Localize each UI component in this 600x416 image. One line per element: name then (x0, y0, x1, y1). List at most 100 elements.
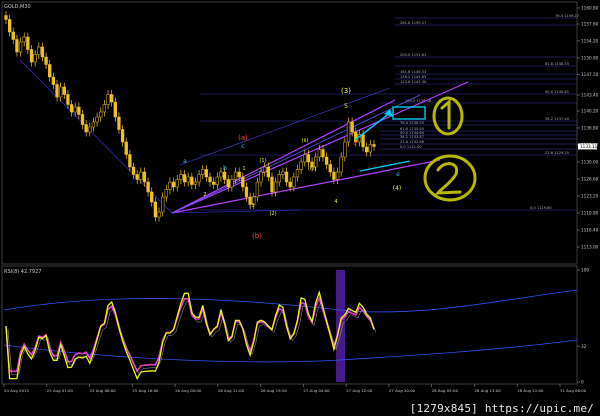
candle-body (372, 144, 376, 147)
candle-body (106, 94, 110, 105)
wave-label: (ii) (302, 138, 309, 144)
candle-body (273, 181, 278, 193)
candle-body (182, 174, 187, 183)
wave-label: 4 (334, 199, 337, 205)
x-tick-label: 28 Aug 21:00 (517, 388, 544, 393)
candle-body (11, 31, 15, 40)
candle-body (128, 154, 132, 168)
candle-body (80, 114, 85, 125)
candle-body (324, 156, 329, 165)
candle-body (69, 104, 74, 113)
wave-label: (3) (341, 87, 351, 95)
candle-body (7, 19, 12, 33)
candle-body (51, 76, 56, 85)
candle-body (73, 106, 77, 113)
y-tick-label: 1130.00 (581, 160, 599, 165)
candle-body (22, 36, 26, 43)
candle-body (33, 54, 37, 63)
wave-label: (4) (393, 185, 402, 192)
wave-label: 5 (344, 103, 348, 110)
candle-body (277, 174, 281, 183)
watermark: [1279x845] https://upic.me/ (409, 402, 594, 415)
y-tick-label: 1150.80 (581, 56, 599, 61)
candle-body (59, 86, 63, 98)
y-tick-label: 1126.60 (581, 177, 599, 182)
candle-body (284, 171, 289, 183)
candle-body (95, 116, 99, 123)
candle-body (266, 166, 270, 178)
candle-body (212, 181, 216, 185)
wave-label: (a) (238, 134, 248, 142)
candle-body (37, 46, 41, 55)
candle-body (117, 116, 121, 130)
x-tick-label: 24 Aug 2015 (4, 388, 29, 393)
x-tick-label: 26 Aug 11:00 (218, 388, 245, 393)
wave-label: d (353, 141, 356, 147)
candle-body (226, 179, 230, 188)
candle-body (350, 121, 354, 133)
rsi-y-tick-label: 32 (581, 344, 587, 349)
y-tick-label: 1113.00 (581, 245, 599, 250)
candle-body (328, 164, 332, 173)
candle-body (142, 171, 147, 183)
wave-label: c (241, 143, 244, 150)
trading-chart: 76.4 1159.27 261.8 1159.27 200.0 1151.63 61… (1, 1, 599, 393)
wave-label: a (183, 158, 187, 165)
candle-body (219, 171, 223, 178)
y-tick-label: 1116.40 (581, 228, 599, 233)
candle-body (237, 171, 241, 178)
candle-body (77, 106, 81, 115)
candle-body (4, 15, 8, 20)
candle-body (153, 201, 158, 218)
candle-body (55, 84, 59, 98)
candle-body (157, 211, 161, 218)
candle-body (99, 111, 103, 118)
candle-body (146, 181, 150, 193)
candle-body (368, 144, 373, 153)
x-tick-label: 28 Aug 13:00 (474, 388, 501, 393)
candle-body (335, 171, 340, 180)
x-tick-label: 25 Aug 01:00 (47, 388, 74, 393)
candle-body (66, 94, 70, 105)
candle-body (303, 154, 307, 163)
fib-label: 50.0 1140.81 (545, 90, 569, 94)
fib-label: 0.0 1131.00 (400, 145, 422, 149)
fib-label: 123.6 1143.30 (400, 80, 427, 84)
candle-body (292, 176, 296, 188)
price-pane (1, 1, 578, 265)
candle-body (346, 121, 351, 143)
candle-body (88, 126, 92, 133)
wave-label: (1) (259, 158, 266, 164)
rsi-y-tick-label: 100 (581, 268, 589, 273)
x-tick-label: 27 Aug 20:00 (389, 388, 416, 393)
candle-body (263, 166, 267, 173)
candle-body (295, 169, 300, 178)
candle-body (201, 169, 205, 175)
candle-body (241, 176, 245, 188)
fib-label: 61.8 1148.55 (545, 62, 569, 66)
candle-body (259, 171, 263, 183)
x-tick-label: 25 Aug 08:00 (90, 388, 117, 393)
fib-label: 161.8 1146.53 (400, 70, 426, 74)
y-tick-label: 1143.40 (581, 93, 599, 98)
y-tick-label: 1154.20 (581, 39, 599, 44)
y-tick-label: 1140.20 (581, 109, 599, 114)
candle-body (255, 181, 260, 198)
candle-body (190, 176, 194, 185)
candle-body (270, 176, 274, 193)
x-tick-label: 26 Aug 19:30 (261, 388, 288, 393)
y-tick-label: 1123.20 (581, 194, 599, 199)
candle-body (339, 156, 343, 173)
candle-body (120, 129, 125, 143)
candle-body (48, 64, 52, 78)
current-price-label: 1133.11 (580, 144, 598, 149)
candle-body (197, 174, 201, 183)
x-tick-label: 26 Aug 00:00 (175, 388, 202, 393)
candle-body (317, 149, 321, 158)
candle-body (113, 101, 117, 118)
candle-body (365, 146, 369, 153)
candle-body (306, 154, 311, 163)
candle-body (40, 46, 45, 58)
x-tick-label: 25 Aug 16:00 (132, 388, 159, 393)
fib-label: 200.0 1151.63 (400, 53, 426, 57)
